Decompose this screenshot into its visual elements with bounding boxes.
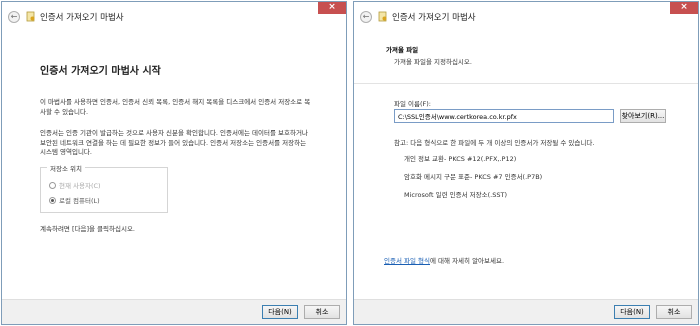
- file-format-link[interactable]: 인증서 파일 형식: [384, 257, 430, 265]
- continue-instruction: 계속하려면 [다음]을 클릭하십시오.: [40, 225, 135, 233]
- learn-more-line: 인증서 파일 형식에 대해 자세히 알아보세요.: [384, 255, 504, 265]
- title-bar: ← 인증서 가져오기 마법사 ×: [2, 2, 346, 32]
- description-paragraph: 인증서는 인증 기관이 발급하는 것으로 사용자 신분을 확인합니다. 인증서에…: [40, 129, 308, 156]
- radio-label: 로컬 컴퓨터(L): [59, 197, 100, 205]
- title-bar: ← 인증서 가져오기 마법사 ×: [354, 2, 698, 32]
- format-item: Microsoft 일련 인증서 저장소(.SST): [404, 191, 507, 199]
- back-arrow-icon[interactable]: ←: [360, 11, 372, 23]
- window-title: 인증서 가져오기 마법사: [40, 13, 124, 23]
- close-button[interactable]: ×: [318, 2, 346, 14]
- section-title: 가져올 파일: [386, 46, 419, 54]
- section-subtitle: 가져올 파일을 지정하십시오.: [394, 58, 472, 66]
- section-header: 가져올 파일 가져올 파일을 지정하십시오.: [354, 32, 698, 84]
- cancel-button[interactable]: 취소: [304, 305, 340, 319]
- close-button[interactable]: ×: [670, 2, 698, 14]
- wizard-content: 인증서 가져오기 마법사 시작 이 마법사를 사용하면 인증서, 인증서 신뢰 …: [2, 32, 346, 300]
- file-name-label: 파일 이름(F):: [394, 100, 431, 108]
- radio-selected-icon: [49, 197, 56, 204]
- next-button[interactable]: 다음(N): [262, 305, 298, 319]
- wizard-window-file: ← 인증서 가져오기 마법사 × 가져올 파일 가져올 파일을 지정하십시오. …: [353, 1, 699, 325]
- radio-label: 현재 사용자(C): [59, 182, 101, 190]
- radio-icon: [49, 182, 56, 189]
- store-location-group: 저장소 위치 현재 사용자(C) 로컬 컴퓨터(L): [40, 163, 168, 213]
- page-heading: 인증서 가져오기 마법사 시작: [40, 66, 161, 77]
- certificate-wizard-icon: [378, 11, 387, 22]
- store-location-legend: 저장소 위치: [47, 163, 85, 173]
- file-name-input[interactable]: [394, 109, 614, 123]
- format-note: 참고: 다음 형식으로 한 파일에 두 개 이상의 인증서가 저장될 수 있습니…: [394, 139, 595, 147]
- radio-current-user[interactable]: 현재 사용자(C): [49, 180, 101, 190]
- wizard-window-start: ← 인증서 가져오기 마법사 × 인증서 가져오기 마법사 시작 이 마법사를 …: [1, 1, 347, 325]
- button-bar: 다음(N) 취소: [2, 300, 346, 324]
- format-item: 개인 정보 교환- PKCS #12(.PFX,.P12): [404, 155, 517, 163]
- back-arrow-icon[interactable]: ←: [8, 11, 20, 23]
- next-button[interactable]: 다음(N): [614, 305, 650, 319]
- browse-button[interactable]: 찾아보기(R)...: [620, 109, 666, 123]
- intro-paragraph: 이 마법사를 사용하면 인증서, 인증서 신뢰 목록, 인증서 해지 목록을 디…: [40, 98, 311, 116]
- wizard-content: 가져올 파일 가져올 파일을 지정하십시오. 파일 이름(F): 찾아보기(R)…: [354, 32, 698, 300]
- button-bar: 다음(N) 취소: [354, 300, 698, 324]
- radio-local-machine[interactable]: 로컬 컴퓨터(L): [49, 195, 100, 205]
- certificate-wizard-icon: [26, 11, 35, 22]
- learn-more-suffix: 에 대해 자세히 알아보세요.: [430, 257, 505, 265]
- window-title: 인증서 가져오기 마법사: [392, 13, 476, 23]
- cancel-button[interactable]: 취소: [656, 305, 692, 319]
- format-item: 암호화 메시지 구문 표준- PKCS #7 인증서(.P7B): [404, 173, 543, 181]
